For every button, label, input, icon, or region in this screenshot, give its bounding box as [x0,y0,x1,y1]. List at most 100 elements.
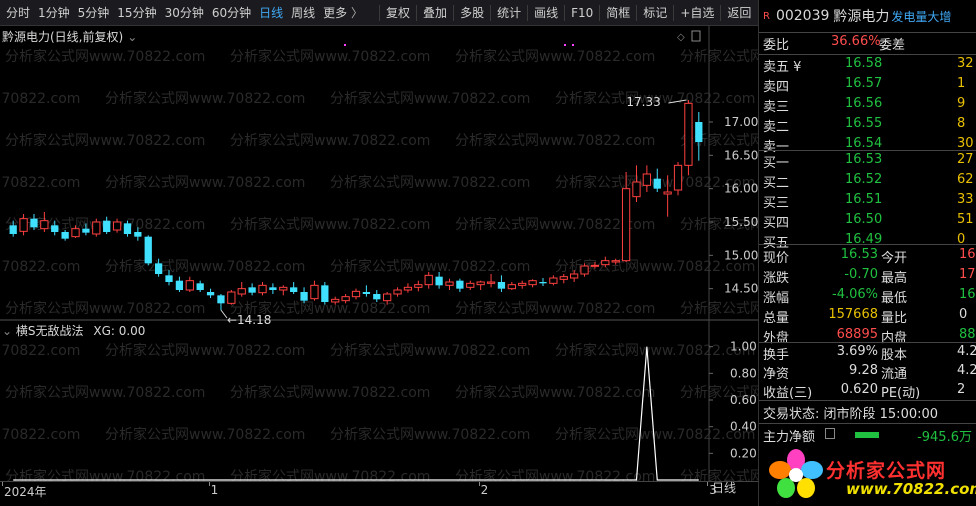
promo-banner[interactable]: 分析家公式网 www.70822.com [764,446,976,502]
candle-body [424,274,433,286]
candle-body [539,282,547,284]
chevron-down-icon[interactable]: ⌄ [2,324,12,338]
app-window: { "toolbar": { "items": ["分时","1分钟","5分钟… [0,0,976,506]
f10-button[interactable]: F10 [567,0,597,26]
weibi-row: 委比 36.66% 委差 [763,34,976,54]
stat-label: 最高 [881,271,908,286]
panel-divider [759,423,976,424]
candle-body [227,291,236,304]
bid-row: 买三 16.51 33 [763,192,976,212]
fund-value: 4.2 [957,344,976,359]
tab-weekly[interactable]: 周线 [287,0,319,26]
candle-body [518,282,527,286]
promo-text: 分析家公式网 [826,460,947,482]
period-toolbar: 分时 1分钟 5分钟 15分钟 30分钟 60分钟 日线 周线 更多 〉 复权 … [0,0,758,26]
candle-body [92,221,101,235]
candle-body [165,275,173,282]
ask-price: 16.56 [845,96,883,111]
ask-row: 卖五 ¥ 16.58 32 [763,56,976,76]
indicator-y-axis: 1.00 0.80 0.60 0.40 0.20 [709,340,757,460]
weibi-label: 委比 [763,38,790,53]
bid-label: 买四 [763,216,790,231]
toolbar-divider [673,4,675,21]
tab-5min[interactable]: 5分钟 [74,0,114,26]
candle-body [601,260,610,266]
indicator-series [13,346,699,481]
candle-body [258,284,267,294]
stock-tag[interactable]: 发电量大增 [891,8,951,25]
bid-row: 买四 16.50 51 [763,212,976,232]
tab-60min[interactable]: 60分钟 [208,0,255,26]
tab-1min[interactable]: 1分钟 [34,0,74,26]
candle-body [528,280,537,286]
ask-row: 卖二 16.55 8 [763,116,976,136]
tab-fenshi[interactable]: 分时 [2,0,34,26]
tab-daily[interactable]: 日线 [255,0,287,26]
bid-row: 买一 16.53 27 [763,152,976,172]
candle-body [40,220,49,230]
toolbar-divider [599,4,601,21]
fund-row: 换手 3.69% 股本 4.2 [763,344,976,364]
ask-volume: 1 [957,76,966,91]
candle-body [103,220,111,232]
candle-body [684,102,693,166]
candle-body [30,218,38,228]
stat-value: -4.06% [832,287,878,302]
bid-label: 买一 [763,156,790,171]
ask-price: 16.58 [845,56,883,71]
promo-url: www.70822.com [846,480,976,498]
statistics-button[interactable]: 统计 [493,0,525,26]
back-button[interactable]: 返回 [723,0,755,26]
candle-body [580,265,589,275]
y-tick-label: 16.50 [724,148,758,162]
y-tick-label: 0.80 [730,366,757,380]
ask-price: 16.57 [845,76,883,91]
draw-line-button[interactable]: 画线 [530,0,562,26]
candle-body [383,293,392,302]
stat-value: 68895 [836,327,878,342]
document-icon[interactable] [825,428,835,439]
simple-frame-button[interactable]: 简框 [602,0,634,26]
candle-body [279,286,288,291]
main-chart-title: 黔源电力(日线,前复权) ⌄ [2,28,137,45]
stock-code[interactable]: 002039 [776,8,829,24]
candle-body [196,283,204,290]
multi-stock-button[interactable]: 多股 [456,0,488,26]
tab-15min[interactable]: 15分钟 [113,0,160,26]
ask-price: 16.55 [845,116,883,131]
candle-body [673,164,683,191]
add-watchlist-button[interactable]: +自选 [676,0,718,26]
adjust-button[interactable]: 复权 [382,0,414,26]
tab-more[interactable]: 更多 〉 [319,0,367,26]
y-tick-label: 14.50 [724,282,758,296]
x-axis-label: 1 [210,483,219,497]
main-flow-bar [855,432,879,438]
bid-row: 买二 16.52 62 [763,172,976,192]
candle-body [290,287,298,292]
y-tick-label: 17.00 [724,115,758,129]
candle-body [621,188,631,262]
high-arrow [668,99,687,104]
mark-button[interactable]: 标记 [639,0,671,26]
ask-row: 卖三 16.56 9 [763,96,976,116]
toolbar-divider [564,4,566,21]
ask-volume: 30 [957,136,974,151]
bid-price: 16.50 [845,212,883,227]
kline-chart[interactable]: 17.00 16.50 16.00 15.50 15.00 14.50 1.00 0.80 0… [0,26,758,506]
x-tick [707,482,709,486]
overlay-button[interactable]: 叠加 [419,0,451,26]
candle-body [456,280,464,289]
stock-name[interactable]: 黔源电力 [833,6,889,26]
chevron-down-icon[interactable]: ⌄ [127,30,137,44]
bid-label: 买三 [763,196,790,211]
fund-row: 收益(三) 0.620 PE(动) 2 [763,382,976,402]
tab-30min[interactable]: 30分钟 [161,0,208,26]
candle-body [611,260,620,263]
toolbar-divider [379,4,381,21]
candle-body [71,228,80,238]
flower-logo-icon [769,449,823,498]
tab-more-label: 更多 [323,5,348,20]
bid-price: 16.51 [845,192,883,207]
fund-value: 3.69% [836,344,878,359]
bid-volume: 27 [957,152,974,167]
